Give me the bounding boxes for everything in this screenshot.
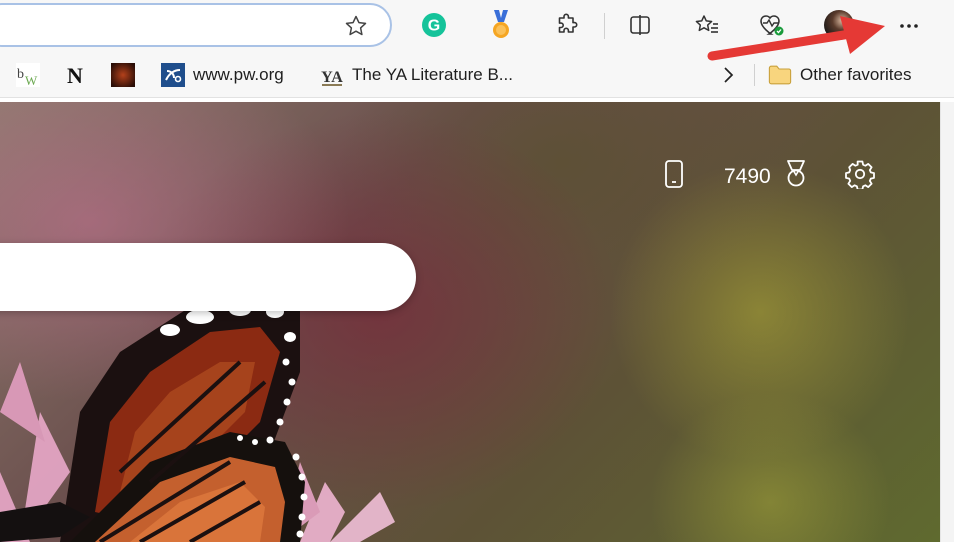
favorite-label: www.pw.org [193, 65, 284, 84]
ya-site-icon: YA [320, 63, 344, 87]
favorite-bw-site[interactable]: bW [16, 62, 40, 88]
annotation-arrow [707, 16, 885, 61]
svg-text:YA: YA [321, 69, 343, 86]
web-search-box[interactable] [0, 243, 416, 311]
favorite-label: The YA Literature B... [352, 65, 513, 84]
add-favorite-star-icon[interactable] [344, 14, 368, 38]
toolbar-divider [604, 13, 605, 39]
extensions-puzzle-icon[interactable] [550, 8, 584, 42]
favorite-dark-image-site[interactable] [111, 62, 135, 88]
favorite-pw-site[interactable]: www.pw.org [161, 62, 284, 88]
n-site-icon: N [63, 63, 87, 87]
page-settings-button[interactable] [845, 158, 875, 194]
new-tab-page-background: 7490 [0, 102, 940, 542]
favorite-ya-site[interactable]: YA The YA Literature B... [320, 62, 513, 88]
svg-text:b: b [17, 67, 24, 82]
mobile-phone-icon [662, 159, 686, 194]
rewards-points[interactable]: 7490 [724, 165, 771, 189]
rewards-medal-icon[interactable] [484, 8, 518, 42]
bw-site-icon: bW [16, 63, 40, 87]
page-scrollbar[interactable] [940, 102, 954, 542]
gear-icon [845, 159, 875, 194]
split-screen-icon[interactable] [623, 8, 657, 42]
svg-text:G: G [428, 18, 440, 35]
svg-text:W: W [25, 73, 38, 87]
phone-button[interactable] [662, 158, 686, 194]
svg-text:N: N [67, 63, 83, 87]
grammarly-icon[interactable]: G [417, 8, 451, 42]
trophy-icon [782, 159, 810, 194]
dark-image-site-icon [111, 63, 135, 87]
address-bar[interactable] [0, 3, 392, 47]
rewards-button[interactable] [782, 158, 810, 194]
favorite-n-site[interactable]: N [63, 62, 87, 88]
pw-site-icon [161, 63, 185, 87]
